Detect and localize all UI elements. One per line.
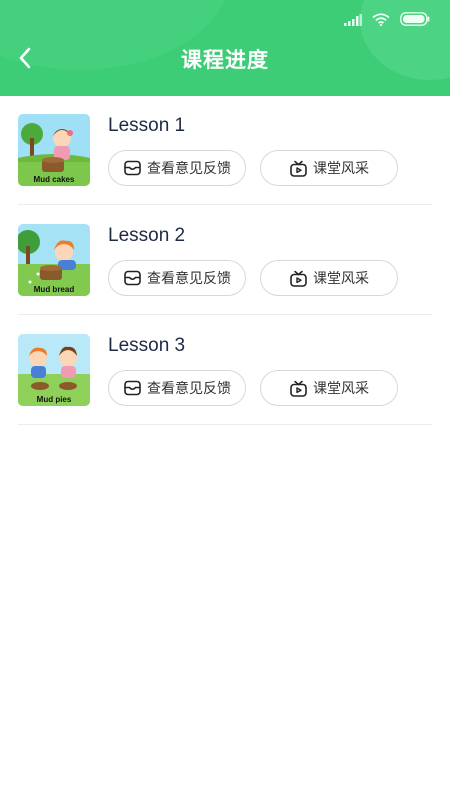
view-feedback-label: 查看意见反馈 bbox=[147, 271, 231, 287]
classroom-highlights-label: 课堂风采 bbox=[313, 381, 369, 397]
view-feedback-button[interactable]: 查看意见反馈 bbox=[108, 150, 246, 186]
lesson-thumbnail[interactable]: Mud cakes bbox=[18, 114, 90, 186]
lesson-thumbnail[interactable]: Mud pies bbox=[18, 334, 90, 406]
lesson-thumbnail[interactable]: Mud bread bbox=[18, 224, 90, 296]
inbox-icon bbox=[123, 159, 141, 177]
lesson-title: Lesson 3 bbox=[108, 335, 186, 356]
inbox-icon bbox=[123, 379, 141, 397]
thumbnail-caption: Mud pies bbox=[36, 395, 72, 404]
tv-play-icon bbox=[289, 159, 307, 177]
classroom-highlights-button[interactable]: 课堂风采 bbox=[260, 370, 398, 406]
view-feedback-label: 查看意见反馈 bbox=[147, 161, 231, 177]
status-bar bbox=[344, 11, 430, 30]
view-feedback-button[interactable]: 查看意见反馈 bbox=[108, 370, 246, 406]
tv-play-icon bbox=[289, 269, 307, 287]
classroom-highlights-button[interactable]: 课堂风采 bbox=[260, 260, 398, 296]
tv-play-icon bbox=[289, 379, 307, 397]
inbox-icon bbox=[123, 269, 141, 287]
classroom-highlights-label: 课堂风采 bbox=[313, 161, 369, 177]
wifi-icon bbox=[372, 11, 390, 30]
classroom-highlights-button[interactable]: 课堂风采 bbox=[260, 150, 398, 186]
lesson-row: Mud cakes Lesson 1 查看意见反馈 课堂风采 bbox=[18, 96, 432, 205]
lesson-row: Mud pies Lesson 3 查看意见反馈 课堂风采 bbox=[18, 316, 432, 425]
battery-icon bbox=[400, 11, 430, 30]
page-title: 课程进度 bbox=[181, 48, 269, 72]
lesson-title: Lesson 1 bbox=[108, 115, 186, 136]
lesson-row: Mud bread Lesson 2 查看意见反馈 课堂风采 bbox=[18, 206, 432, 315]
thumbnail-caption: Mud cakes bbox=[33, 175, 75, 184]
header: 课程进度 bbox=[0, 0, 450, 96]
thumbnail-caption: Mud bread bbox=[33, 285, 75, 294]
signal-icon bbox=[344, 11, 362, 30]
view-feedback-label: 查看意见反馈 bbox=[147, 381, 231, 397]
lesson-list: Mud cakes Lesson 1 查看意见反馈 课堂风采 Mud bread… bbox=[18, 96, 432, 426]
lesson-title: Lesson 2 bbox=[108, 225, 186, 246]
view-feedback-button[interactable]: 查看意见反馈 bbox=[108, 260, 246, 296]
classroom-highlights-label: 课堂风采 bbox=[313, 271, 369, 287]
